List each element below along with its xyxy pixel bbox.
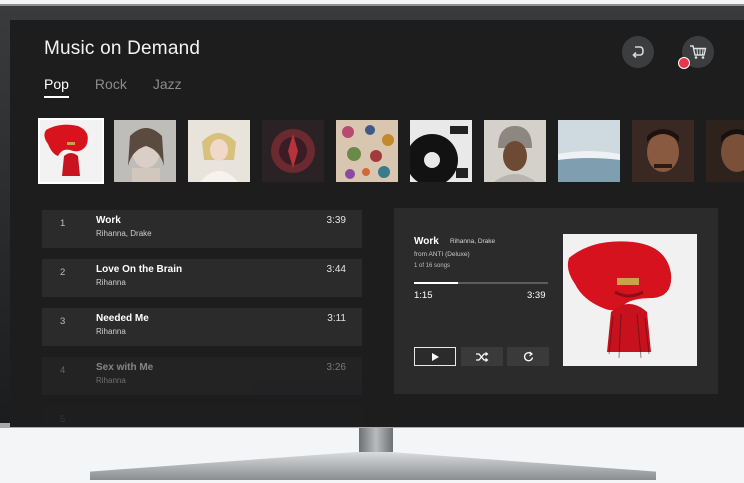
track-row[interactable]: 2 Love On the Brain Rihanna 3:44	[42, 259, 362, 297]
genre-tabs: Pop Rock Jazz	[44, 76, 182, 98]
track-duration: 3:39	[326, 215, 346, 226]
track-artist: Rihanna	[96, 376, 126, 385]
back-arrow-icon	[632, 46, 644, 59]
album-cover-3[interactable]	[188, 120, 250, 182]
cart-icon	[690, 45, 707, 59]
album-cover-6[interactable]	[410, 120, 472, 182]
track-duration: 3:11	[327, 313, 346, 324]
tv-frame: Music on Demand Pop Rock Jazz 1 Work Rih…	[0, 4, 744, 428]
tv-stand-base	[90, 452, 656, 480]
album-name: ANTI (Deluxe)	[428, 251, 470, 258]
progress-fill	[414, 282, 459, 284]
elapsed-time: 1:15	[414, 290, 433, 301]
track-number: 3	[60, 316, 66, 327]
album-cover-anti[interactable]	[38, 118, 104, 184]
album-cover-8[interactable]	[558, 120, 620, 182]
album-cover-10[interactable]	[706, 120, 744, 182]
repeat-icon	[523, 351, 533, 362]
shuffle-button[interactable]	[461, 347, 503, 366]
album-cover-2[interactable]	[114, 120, 176, 182]
tab-jazz[interactable]: Jazz	[153, 76, 182, 98]
track-duration: 3:44	[326, 264, 346, 275]
track-title: Sex with Me	[96, 362, 154, 373]
track-artist: Rihanna, Drake	[96, 229, 152, 238]
album-cover-5[interactable]	[336, 120, 398, 182]
track-duration: 3:26	[326, 362, 346, 373]
track-row[interactable]: 1 Work Rihanna, Drake 3:39	[42, 210, 362, 248]
tv-screen: Music on Demand Pop Rock Jazz 1 Work Rih…	[10, 20, 744, 427]
play-button[interactable]	[414, 347, 456, 366]
track-artist: Rihanna	[96, 327, 126, 336]
cart-badge	[678, 57, 690, 69]
track-title: Love On the Brain	[96, 264, 183, 275]
track-list: 1 Work Rihanna, Drake 3:39 2 Love On the…	[42, 210, 362, 427]
track-number: 5	[60, 414, 66, 425]
now-playing-panel: Work Rihanna, Drake from ANTI (Deluxe) 1…	[394, 208, 718, 394]
back-button[interactable]	[622, 36, 654, 68]
count-suffix: of 16 songs	[419, 263, 451, 269]
track-number: 2	[60, 267, 66, 278]
now-playing-count: 1 of 16 songs	[414, 263, 450, 269]
now-playing-artist: Rihanna, Drake	[450, 238, 496, 245]
tab-pop[interactable]: Pop	[44, 76, 69, 98]
track-number: 1	[60, 218, 66, 229]
now-playing-album-art	[563, 234, 697, 366]
album-carousel	[38, 118, 744, 184]
tab-rock[interactable]: Rock	[95, 76, 127, 98]
track-number: 4	[60, 365, 66, 376]
play-icon	[432, 352, 439, 361]
progress-bar[interactable]	[414, 282, 548, 284]
track-row[interactable]: 3 Needed Me Rihanna 3:11	[42, 308, 362, 346]
tv-stand-neck	[359, 428, 393, 452]
album-cover-7[interactable]	[484, 120, 546, 182]
total-time: 3:39	[527, 290, 546, 301]
track-title: Needed Me	[96, 313, 149, 324]
app-title: Music on Demand	[44, 38, 201, 59]
album-prefix: from	[414, 251, 427, 258]
repeat-button[interactable]	[507, 347, 549, 366]
count-current: 1	[414, 263, 418, 269]
track-row[interactable]: 4 Sex with Me Rihanna 3:26	[42, 357, 362, 395]
shuffle-icon	[476, 351, 489, 362]
now-playing-album: from ANTI (Deluxe)	[414, 251, 470, 258]
album-cover-4[interactable]	[262, 120, 324, 182]
track-row[interactable]: 5	[42, 406, 362, 427]
track-title: Work	[96, 215, 121, 226]
album-cover-9[interactable]	[632, 120, 694, 182]
now-playing-title: Work	[414, 236, 439, 247]
track-artist: Rihanna	[96, 278, 126, 287]
